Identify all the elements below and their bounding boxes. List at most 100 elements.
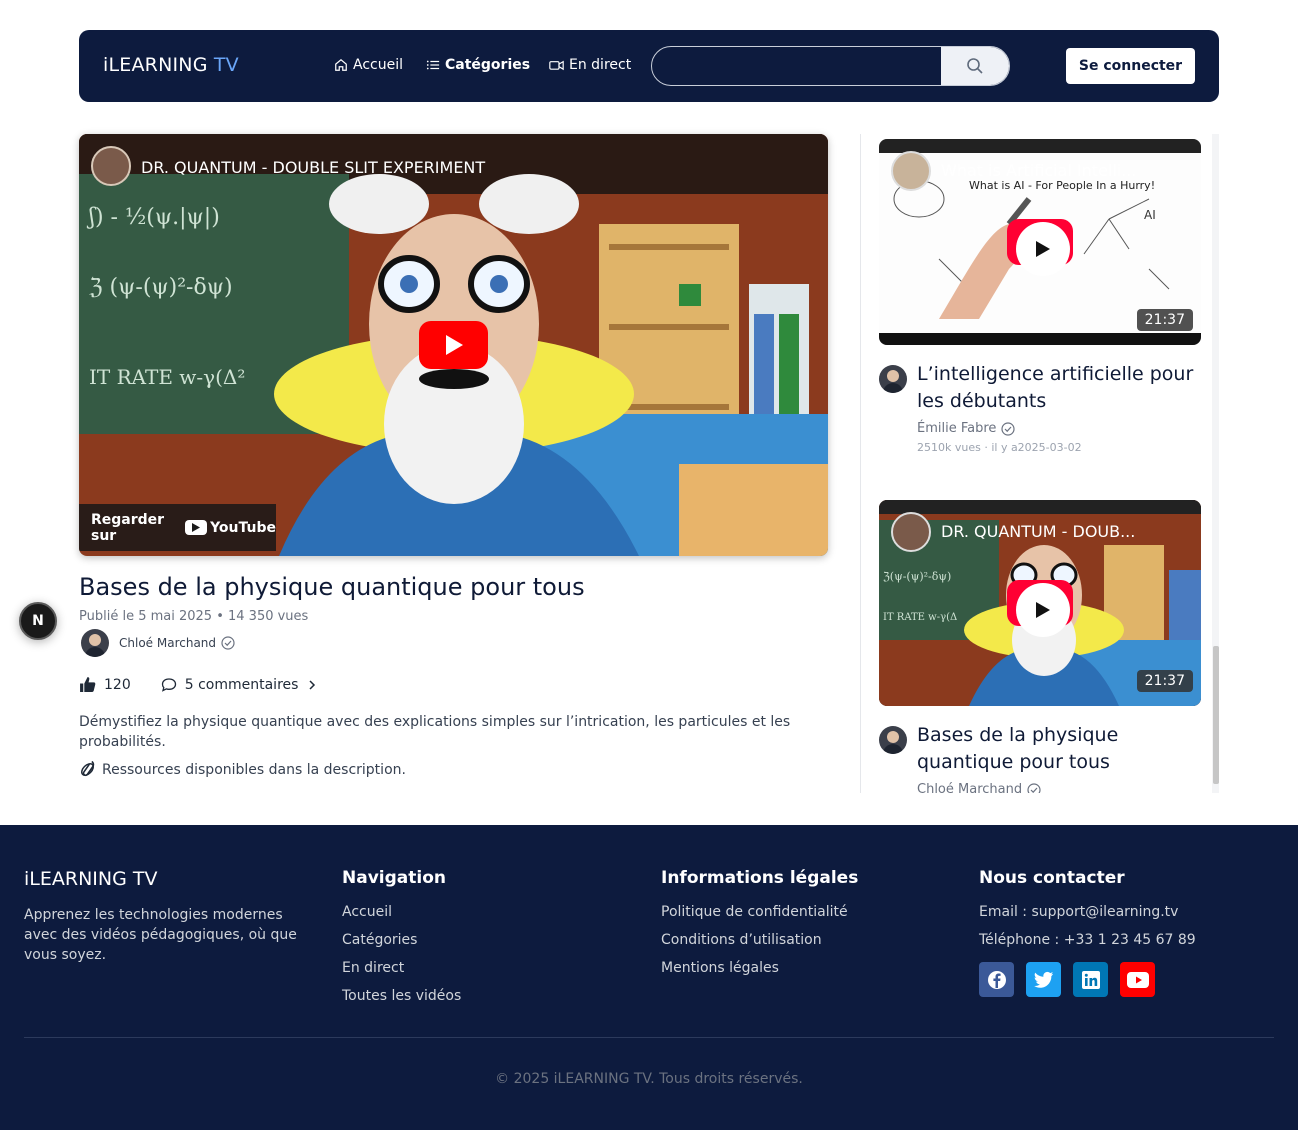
brand-logo[interactable]: iLEARNING TV: [103, 54, 239, 76]
nav-live-label: En direct: [569, 57, 632, 73]
footer-link-live[interactable]: En direct: [342, 958, 461, 986]
related-channel-avatar[interactable]: [891, 512, 931, 552]
footer-contact-heading: Nous contacter: [979, 868, 1125, 888]
social-links: [979, 962, 1196, 997]
related-video-card[interactable]: What is AI - For People In a Hurry! AI W…: [879, 139, 1201, 454]
verified-icon: [1027, 782, 1041, 793]
related-title[interactable]: L’intelligence artificielle pour les déb…: [917, 361, 1201, 415]
related-video-card[interactable]: ℨ(ψ-(ψ)²-δψ) IT RATE w-γ(Δ DR. QUANTUM -…: [879, 500, 1201, 793]
channel-avatar[interactable]: [91, 146, 131, 186]
footer-link-all-videos[interactable]: Toutes les vidéos: [342, 986, 461, 1014]
footer-email[interactable]: Email : support@ilearning.tv: [979, 902, 1196, 930]
youtube-label: YouTube: [210, 519, 276, 536]
verified-icon: [1001, 421, 1016, 436]
svg-text:IT RATE w-γ(Δ²: IT RATE w-γ(Δ²: [89, 365, 245, 389]
author-name: Chloé Marchand: [119, 636, 217, 650]
list-icon: [426, 60, 440, 70]
related-thumbnail[interactable]: ℨ(ψ-(ψ)²-δψ) IT RATE w-γ(Δ DR. QUANTUM -…: [879, 500, 1201, 706]
related-play-button[interactable]: [1016, 583, 1070, 637]
search-bar: [651, 46, 1010, 86]
home-icon: [335, 58, 347, 71]
related-author-avatar[interactable]: [879, 365, 907, 393]
login-button[interactable]: Se connecter: [1066, 48, 1195, 84]
brand-name: iLEARNING: [103, 54, 208, 76]
comments-link[interactable]: 5 commentaires: [185, 677, 299, 693]
svg-text:ℨ(ψ-(ψ)²-δψ): ℨ(ψ-(ψ)²-δψ): [883, 570, 951, 583]
top-navbar: iLEARNING TV Accueil Catégories En direc…: [79, 30, 1219, 102]
youtube-icon[interactable]: [1120, 962, 1155, 997]
video-meta: Publié le 5 mai 2025 • 14 350 vues: [79, 609, 309, 624]
footer-brand: iLEARNING TV: [24, 868, 158, 890]
svg-text:AI: AI: [1144, 208, 1156, 222]
footer-link-home[interactable]: Accueil: [342, 902, 461, 930]
brand-accent: TV: [213, 54, 239, 76]
search-button[interactable]: [941, 47, 1009, 85]
related-play-button[interactable]: [1016, 222, 1070, 276]
dev-badge[interactable]: N: [19, 602, 57, 640]
play-button[interactable]: [419, 321, 488, 369]
related-stats: 2510k vues · il y a2025-03-02: [917, 441, 1082, 454]
svg-text:What is AI - For People In a H: What is AI - For People In a Hurry!: [969, 179, 1155, 192]
related-author-name: Émilie Fabre: [917, 421, 997, 436]
search-input[interactable]: [652, 47, 942, 85]
verified-icon: [221, 636, 235, 650]
nav-home[interactable]: Accueil: [334, 57, 403, 73]
related-overlay-title[interactable]: What is Artificial Intelli...: [941, 161, 1136, 180]
related-title[interactable]: Bases de la physique quantique pour tous: [917, 722, 1201, 776]
search-icon: [967, 58, 983, 74]
play-icon: [445, 335, 463, 355]
footer-nav-heading: Navigation: [342, 868, 446, 888]
video-duration: 21:37: [1136, 670, 1193, 692]
author-name-wrap: Chloé Marchand: [119, 636, 235, 650]
facebook-icon[interactable]: [979, 962, 1014, 997]
footer-link-terms[interactable]: Conditions d’utilisation: [661, 930, 858, 958]
player-overlay-title[interactable]: DR. QUANTUM - DOUBLE SLIT EXPERIMENT: [141, 158, 485, 177]
video-player[interactable]: ʃ) - ½(ψ.|ψ|) ℨ (ψ-(ψ)²-δψ) IT RATE w-γ(…: [79, 134, 828, 556]
nav-live[interactable]: En direct: [549, 57, 631, 73]
footer-link-privacy[interactable]: Politique de confidentialité: [661, 902, 858, 930]
footer-contact: Nous contacter Email : support@ilearning…: [979, 868, 1196, 997]
scrollbar-thumb[interactable]: [1213, 646, 1219, 784]
footer-navigation: Navigation Accueil Catégories En direct …: [342, 868, 461, 1014]
play-icon: [1036, 602, 1050, 618]
nav-categories[interactable]: Catégories: [426, 57, 530, 73]
related-author[interactable]: Émilie Fabre: [917, 421, 1201, 436]
twitter-icon[interactable]: [1026, 962, 1061, 997]
watch-on-youtube[interactable]: Regarder sur YouTube: [79, 504, 276, 551]
video-duration: 21:37: [1136, 309, 1193, 331]
play-icon: [1036, 241, 1050, 257]
svg-text:ʃ) - ½(ψ.|ψ|): ʃ) - ½(ψ.|ψ|): [86, 205, 220, 230]
author-row[interactable]: Chloé Marchand: [81, 629, 235, 657]
related-videos-sidebar: What is AI - For People In a Hurry! AI W…: [860, 134, 1219, 793]
chevron-right-icon[interactable]: [306, 679, 318, 691]
likes-count: 120: [104, 676, 131, 693]
related-author-avatar[interactable]: [879, 726, 907, 754]
video-camera-icon: [549, 60, 564, 71]
youtube-logo: YouTube: [185, 520, 276, 536]
video-title: Bases de la physique quantique pour tous: [79, 573, 585, 601]
site-footer: iLEARNING TV Apprenez les technologies m…: [0, 825, 1298, 1130]
linkedin-icon[interactable]: [1073, 962, 1108, 997]
sidebar-scrollbar[interactable]: [1212, 134, 1219, 793]
paperclip-icon: [81, 761, 95, 777]
related-overlay-title[interactable]: DR. QUANTUM - DOUB...: [941, 522, 1135, 541]
related-channel-avatar[interactable]: [891, 151, 931, 191]
svg-text:ℨ (ψ-(ψ)²-δψ): ℨ (ψ-(ψ)²-δψ): [89, 275, 233, 300]
footer-phone[interactable]: Téléphone : +33 1 23 45 67 89: [979, 930, 1196, 958]
footer-link-legal[interactable]: Mentions légales: [661, 958, 858, 986]
thumbs-up-icon[interactable]: [79, 676, 96, 693]
related-info: Bases de la physique quantique pour tous…: [879, 722, 1201, 793]
resources-note: Ressources disponibles dans la descripti…: [79, 761, 406, 778]
watch-on-label: Regarder sur: [91, 511, 165, 544]
related-thumbnail[interactable]: What is AI - For People In a Hurry! AI W…: [879, 139, 1201, 345]
nav-home-label: Accueil: [353, 57, 403, 73]
resources-text: Ressources disponibles dans la descripti…: [102, 761, 406, 778]
svg-text:IT RATE w-γ(Δ: IT RATE w-γ(Δ: [883, 612, 957, 623]
footer-link-categories[interactable]: Catégories: [342, 930, 461, 958]
video-actions: 120 5 commentaires: [79, 676, 318, 693]
author-avatar: [81, 629, 109, 657]
footer-legal-heading: Informations légales: [661, 868, 859, 888]
related-author-name: Chloé Marchand: [917, 782, 1023, 793]
nav-categories-label: Catégories: [445, 57, 531, 73]
related-author[interactable]: Chloé Marchand: [917, 782, 1201, 793]
